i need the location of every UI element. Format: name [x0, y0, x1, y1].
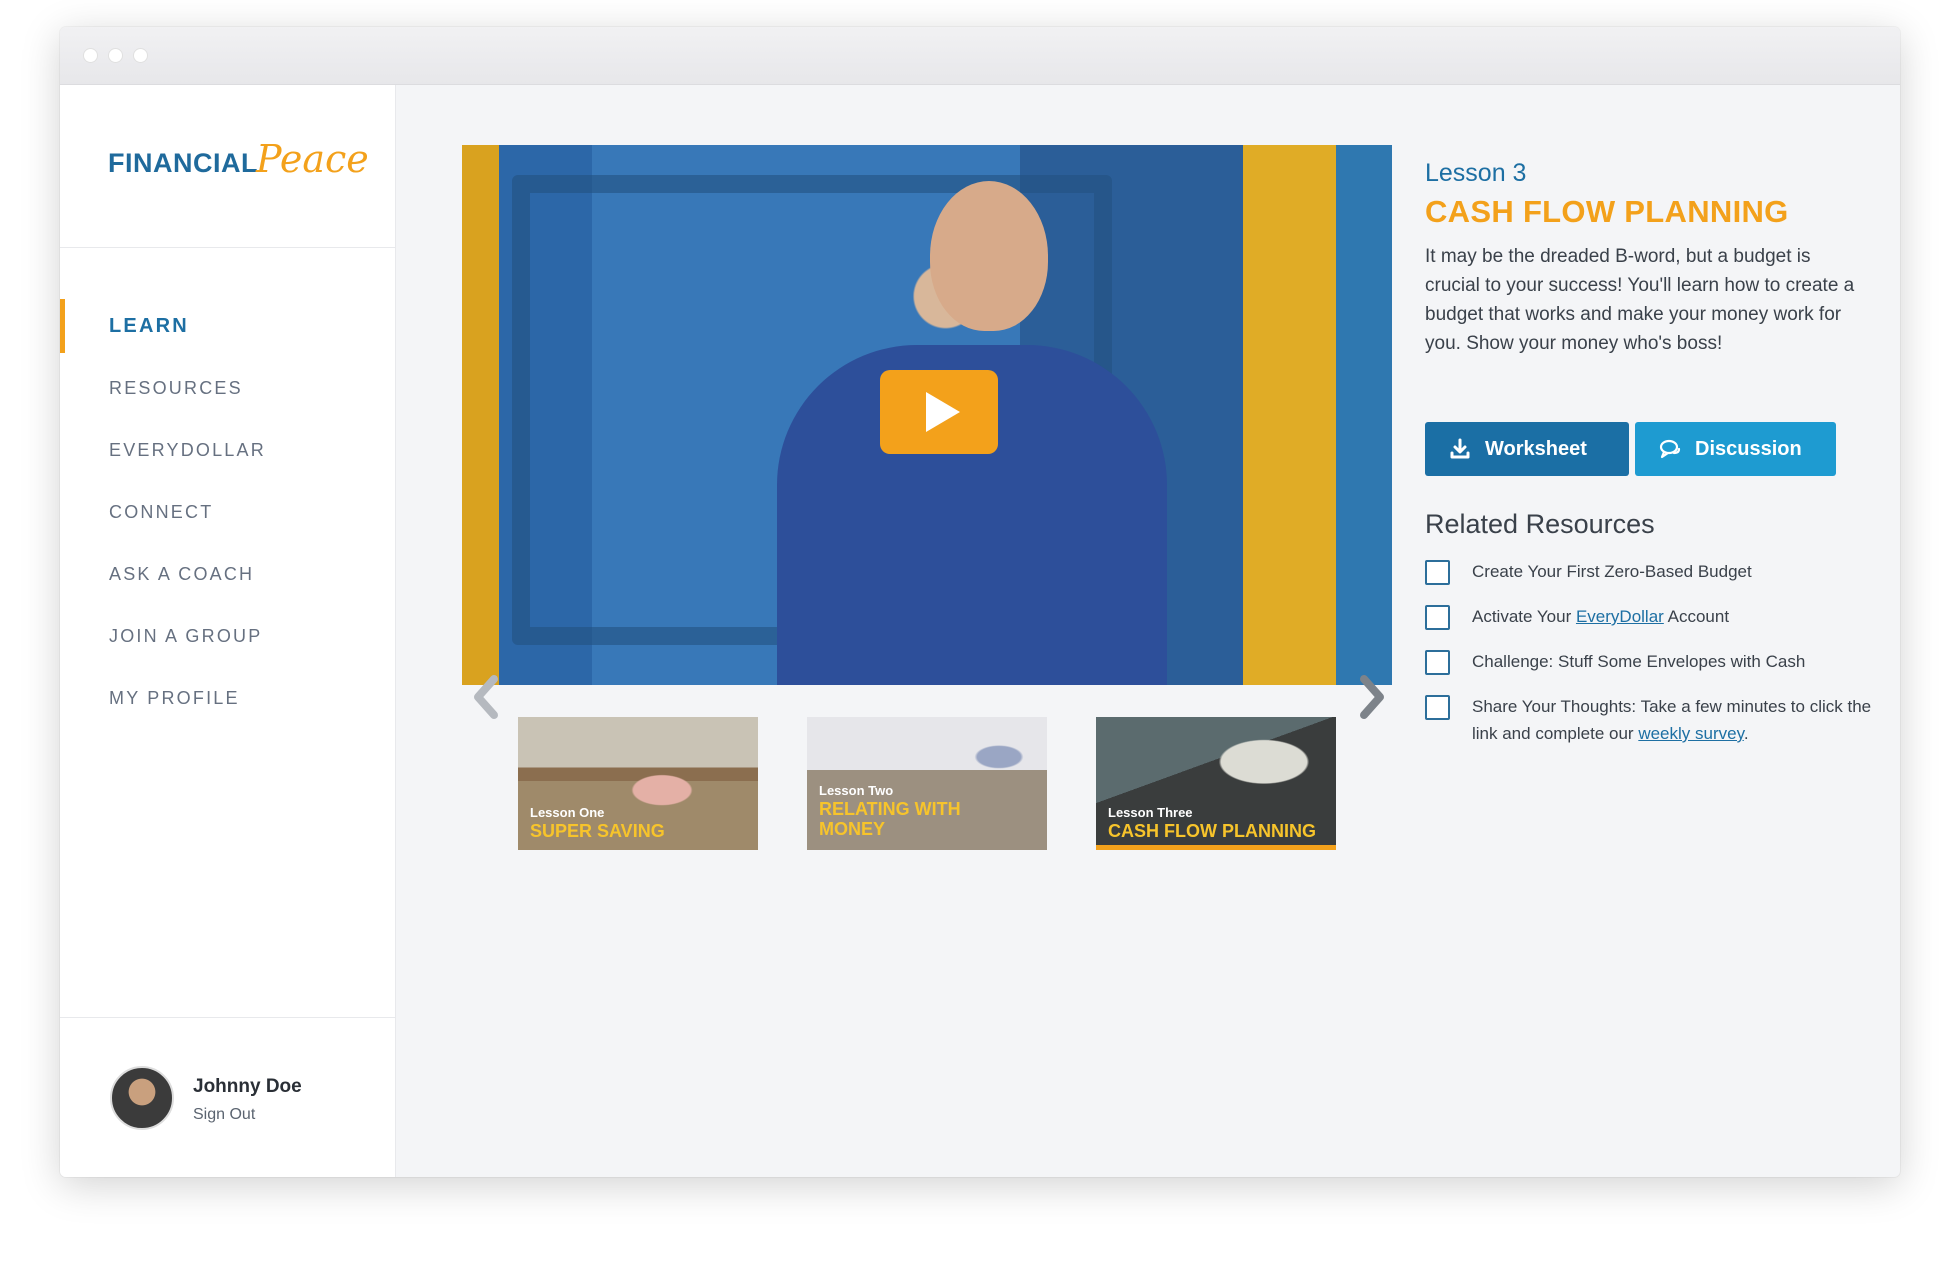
- sidebar: FINANCIAL Peace LEARN RESOURCES EVERYDOL…: [60, 85, 396, 1177]
- nav-item-ask-a-coach[interactable]: ASK A COACH: [60, 543, 395, 605]
- nav-item-everydollar[interactable]: EVERYDOLLAR: [60, 419, 395, 481]
- window-titlebar: [60, 27, 1900, 85]
- main-nav: LEARN RESOURCES EVERYDOLLAR CONNECT ASK …: [60, 295, 395, 729]
- resource-checkbox[interactable]: [1425, 560, 1450, 585]
- download-icon: [1450, 438, 1470, 459]
- chevron-left-icon: [474, 675, 498, 719]
- window-dot-maximize[interactable]: [134, 49, 147, 62]
- lesson-thumbnail-3[interactable]: Lesson Three CASH FLOW PLANNING: [1096, 717, 1336, 850]
- related-item: Create Your First Zero-Based Budget: [1425, 558, 1875, 585]
- related-resources-title: Related Resources: [1425, 509, 1655, 539]
- video-presenter-head: [930, 181, 1048, 331]
- resource-checkbox[interactable]: [1425, 605, 1450, 630]
- lesson-number: Lesson 3: [1425, 159, 1527, 187]
- brand-logo[interactable]: FINANCIAL Peace: [108, 137, 369, 181]
- related-item-text: Activate Your EveryDollar Account: [1472, 603, 1729, 630]
- user-block: Johnny Doe Sign Out: [60, 1017, 395, 1177]
- nav-item-learn[interactable]: LEARN: [60, 295, 395, 357]
- chat-bubbles-icon: [1659, 439, 1681, 459]
- lesson-thumbnail-2[interactable]: Lesson Two RELATING WITH MONEY: [807, 717, 1047, 850]
- resource-checkbox[interactable]: [1425, 650, 1450, 675]
- thumbnail-lesson-label: Lesson Two: [819, 783, 894, 798]
- related-item: Challenge: Stuff Some Envelopes with Cas…: [1425, 648, 1875, 675]
- thumbnail-title-line1: RELATING WITH: [819, 799, 961, 819]
- weekly-survey-link[interactable]: weekly survey: [1638, 724, 1744, 743]
- lesson-description: It may be the dreaded B-word, but a budg…: [1425, 246, 1855, 354]
- video-player[interactable]: [462, 145, 1392, 685]
- chevron-right-icon: [1360, 675, 1384, 719]
- related-item-text: Create Your First Zero-Based Budget: [1472, 562, 1752, 581]
- window-dot-minimize[interactable]: [109, 49, 122, 62]
- logo-text-financial: FINANCIAL: [108, 148, 258, 178]
- nav-item-my-profile[interactable]: MY PROFILE: [60, 667, 395, 729]
- thumbnail-title: SUPER SAVING: [530, 821, 665, 841]
- window-dot-close[interactable]: [84, 49, 97, 62]
- discussion-label: Discussion: [1695, 437, 1802, 460]
- worksheet-label: Worksheet: [1485, 437, 1587, 460]
- thumbnail-lesson-label: Lesson One: [530, 805, 605, 820]
- logo-text-peace: Peace: [255, 137, 369, 181]
- worksheet-button[interactable]: Worksheet: [1425, 422, 1629, 476]
- lesson-info: Lesson 3 CASH FLOW PLANNING It may be th…: [1425, 159, 1875, 358]
- related-item-text-after: .: [1743, 724, 1749, 743]
- related-item-text-after: Account: [1663, 607, 1730, 626]
- nav-item-resources[interactable]: RESOURCES: [60, 357, 395, 419]
- related-item: Activate Your EveryDollar Account: [1425, 603, 1875, 630]
- user-name: Johnny Doe: [193, 1076, 302, 1097]
- thumbnail-title-line2: MONEY: [819, 819, 886, 839]
- discussion-button[interactable]: Discussion: [1635, 422, 1836, 476]
- lesson-actions: Worksheet Discussion: [1425, 422, 1836, 476]
- related-item-text: Challenge: Stuff Some Envelopes with Cas…: [1472, 652, 1806, 671]
- thumbnail-lesson-label: Lesson Three: [1108, 805, 1193, 820]
- related-item-text-before: Activate Your: [1472, 607, 1576, 626]
- nav-item-connect[interactable]: CONNECT: [60, 481, 395, 543]
- resource-checkbox[interactable]: [1425, 695, 1450, 720]
- avatar[interactable]: [110, 1066, 174, 1130]
- carousel-next-button[interactable]: [1352, 667, 1392, 727]
- carousel-prev-button[interactable]: [466, 667, 506, 727]
- sign-out-link[interactable]: Sign Out: [193, 1106, 255, 1124]
- browser-window: FINANCIAL Peace LEARN RESOURCES EVERYDOL…: [60, 27, 1900, 1177]
- nav-item-join-a-group[interactable]: JOIN A GROUP: [60, 605, 395, 667]
- play-button[interactable]: [880, 370, 998, 454]
- play-icon: [926, 392, 960, 432]
- window-controls: [84, 49, 147, 62]
- lesson-title: CASH FLOW PLANNING: [1425, 194, 1789, 229]
- logo-area: FINANCIAL Peace: [60, 85, 395, 248]
- related-resources-list: Create Your First Zero-Based Budget Acti…: [1425, 558, 1875, 765]
- everydollar-link[interactable]: EveryDollar: [1576, 607, 1664, 626]
- related-item-text: Share Your Thoughts: Take a few minutes …: [1472, 693, 1875, 747]
- lesson-thumbnail-1[interactable]: Lesson One SUPER SAVING: [518, 717, 758, 850]
- related-item: Share Your Thoughts: Take a few minutes …: [1425, 693, 1875, 747]
- thumbnail-title: CASH FLOW PLANNING: [1108, 821, 1316, 841]
